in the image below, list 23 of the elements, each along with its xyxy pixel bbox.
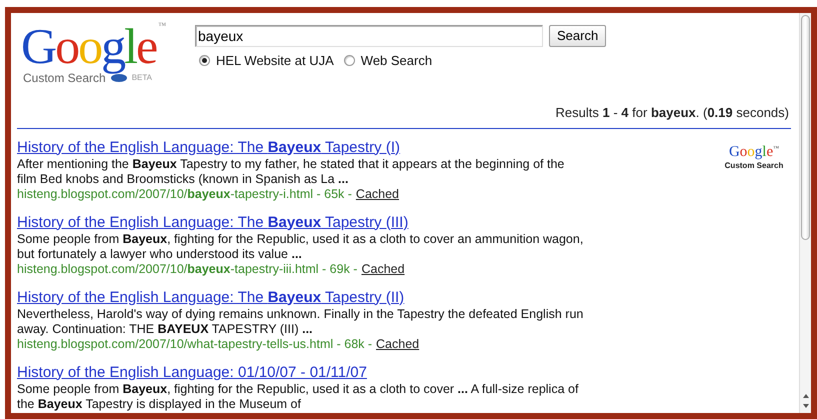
search-field[interactable]: bayeux — [195, 25, 543, 47]
radio-button[interactable] — [344, 55, 355, 66]
result-snippet: Some people from Bayeux, fighting for the Republic, used it as a cloth to cover ... A full-size replica of the Bayeux Tapestry is displayed in the Museum of — [17, 382, 580, 412]
result-title-link[interactable]: History of the English Language: The Bayeux Tapestry (I) — [17, 138, 400, 156]
result-snippet: After mentioning the Bayeux Tapestry to my father, he stated that it appears at the beginning of the film Bed knobs and Broomsticks (known in Spanish as La ... — [17, 156, 566, 186]
scrollbar[interactable] — [799, 13, 811, 413]
results-summary: Results 1 - 4 for bayeux. (0.19 seconds) — [556, 104, 789, 122]
result-snippet: Some people from Bayeux, fighting for the Republic, used it as a cloth to cover an ammunition wagon, but fortunately a lawyer who understood its value ... — [17, 232, 584, 262]
cached-link[interactable]: Cached — [356, 186, 400, 202]
cached-link[interactable]: Cached — [376, 336, 420, 352]
result-snippet: Nevertheless, Harold's way of dying remains unknown. Finally in the Tapestry the defeated English run away. Continuation: THE BAYEUX TAPESTRY (III) ... — [17, 306, 584, 336]
result-url: histeng.blogspot.com/2007/10/bayeux-tapestry-iii.html - 69k - — [17, 262, 358, 276]
result-title-link[interactable]: History of the English Language: 01/10/07 - 01/11/07 — [17, 364, 367, 382]
result-url: histeng.blogspot.com/2007/10/what-tapestry-tells-us.html - 68k - — [17, 336, 372, 352]
cached-link[interactable]: Cached — [361, 262, 405, 276]
result-title-link[interactable]: History of the English Language: The Bayeux Tapestry (III) — [17, 214, 408, 232]
result-title-link[interactable]: History of the English Language: The Bayeux Tapestry (II) — [17, 288, 404, 306]
result-url: histeng.blogspot.com/2007/10/bayeux-tapestry-i.html - 65k - — [17, 186, 352, 202]
search-button[interactable]: Search — [549, 25, 606, 47]
radio-label: Web Search — [360, 52, 432, 70]
radio-label: HEL Website at UJA — [216, 52, 334, 70]
google-logo: Google™ Custom Search BETA — [21, 21, 166, 81]
radio-button[interactable] — [199, 55, 210, 66]
